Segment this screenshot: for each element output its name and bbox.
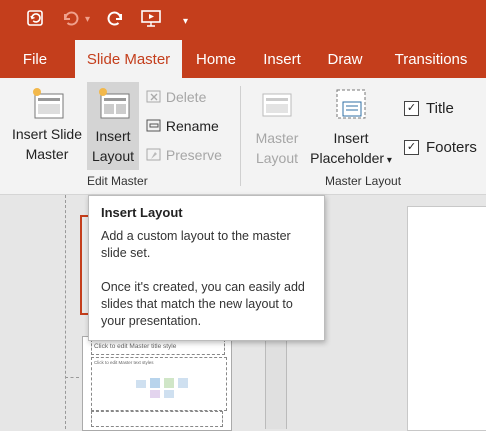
checkmark-icon: ✓: [404, 101, 419, 116]
thumbnail-body-text: Click to edit Master text styles: [94, 360, 154, 365]
tab-transitions[interactable]: Transitions: [382, 40, 480, 78]
master-layout-icon: [250, 88, 304, 128]
customize-qat-icon[interactable]: ▾: [183, 11, 188, 33]
present-icon[interactable]: [140, 8, 164, 34]
tab-file[interactable]: File: [12, 40, 58, 78]
tab-insert[interactable]: Insert: [256, 40, 308, 78]
insert-placeholder-label-wrap: Insert Placeholder ▾: [304, 128, 398, 171]
tab-home[interactable]: Home: [190, 40, 242, 78]
tooltip-detail: Once it's created, you can easily add sl…: [101, 280, 305, 328]
ribbon-tabs: File Slide Master Home Insert Draw Trans…: [0, 40, 486, 78]
title-checkbox-label: Title: [426, 100, 454, 117]
master-layout-button[interactable]: Master Layout: [250, 88, 304, 170]
layout-thumbnail[interactable]: Click to edit Master title style Click t…: [82, 336, 232, 431]
insert-placeholder-label: Insert Placeholder: [310, 130, 385, 166]
checkmark-icon: ✓: [404, 140, 419, 155]
undo-dropdown-icon[interactable]: ▾: [85, 9, 90, 31]
insert-layout-button[interactable]: Insert Layout: [87, 82, 139, 170]
edit-master-group-label: Edit Master: [87, 174, 148, 188]
thumbnail-body: Click to edit Master text styles: [91, 357, 227, 411]
preserve-label: Preserve: [165, 147, 222, 163]
preserve-button[interactable]: Preserve: [146, 145, 222, 165]
tooltip-description: Add a custom layout to the master slide …: [101, 229, 291, 260]
insert-placeholder-button[interactable]: Insert Placeholder ▾: [304, 86, 398, 170]
delete-button[interactable]: Delete: [146, 87, 206, 107]
thumbnail-footer: [91, 411, 223, 427]
insert-layout-label: Insert Layout: [91, 128, 135, 164]
redo-icon[interactable]: [106, 8, 126, 34]
quick-access-toolbar: ▾ ▾: [0, 0, 486, 40]
tab-slide-master[interactable]: Slide Master: [75, 40, 182, 78]
footers-checkbox[interactable]: ✓ Footers: [404, 137, 477, 158]
title-checkbox[interactable]: ✓ Title: [404, 98, 454, 119]
rename-button[interactable]: Rename: [146, 116, 219, 136]
thumbnail-guide: [65, 195, 67, 429]
content-icons: [136, 378, 188, 398]
undo-icon[interactable]: [60, 8, 80, 34]
rename-icon: [146, 118, 166, 134]
delete-icon: [146, 89, 166, 105]
placeholder-icon: [304, 86, 398, 128]
chevron-down-icon: ▾: [384, 155, 392, 166]
thumbnail-title: Click to edit Master title style: [91, 339, 225, 355]
footers-checkbox-label: Footers: [426, 139, 477, 156]
connector-line: [65, 377, 79, 378]
tooltip-title: Insert Layout: [101, 205, 183, 220]
tab-draw[interactable]: Draw: [320, 40, 370, 78]
insert-slide-master-button[interactable]: Insert Slide Master: [8, 84, 86, 170]
master-layout-group-label: Master Layout: [325, 174, 402, 188]
group-separator: [240, 86, 241, 186]
master-layout-label: Master Layout: [255, 130, 299, 166]
preserve-icon: [146, 147, 166, 163]
insert-slide-master-label: Insert Slide Master: [11, 126, 83, 162]
autosave-icon[interactable]: [25, 8, 45, 34]
layout-icon: [87, 82, 139, 126]
rename-label: Rename: [165, 118, 219, 134]
insert-layout-tooltip: Insert Layout Add a custom layout to the…: [88, 195, 325, 341]
slide-master-icon: [8, 84, 86, 124]
slide-canvas[interactable]: [407, 206, 486, 431]
delete-label: Delete: [165, 89, 207, 105]
ribbon: Insert Slide Master Insert Layout Delete…: [0, 78, 486, 195]
